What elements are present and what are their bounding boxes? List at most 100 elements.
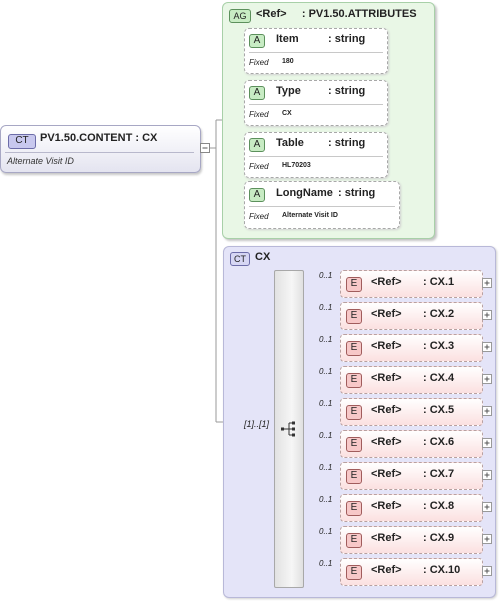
element-multiplicity: 0..1	[319, 271, 333, 280]
divider	[249, 206, 395, 207]
divider	[249, 104, 383, 105]
child-element[interactable]: E <Ref> : CX.1	[340, 270, 483, 298]
child-element[interactable]: E <Ref> : CX.6	[340, 430, 483, 458]
element-icon: E	[346, 373, 362, 388]
expand-icon[interactable]	[482, 374, 492, 384]
attribute-icon: A	[249, 138, 265, 152]
element-name: : CX.9	[423, 532, 455, 544]
element-ref: <Ref>	[371, 500, 402, 512]
child-element[interactable]: E <Ref> : CX.3	[340, 334, 483, 362]
child-element[interactable]: E <Ref> : CX.10	[340, 558, 483, 586]
element-multiplicity: 0..1	[319, 431, 333, 440]
child-element[interactable]: E <Ref> : CX.9	[340, 526, 483, 554]
sequence-multiplicity: [1]..[1]	[244, 419, 270, 429]
attribute-table[interactable]: A Table : string Fixed HL70203	[244, 132, 388, 178]
attribute-icon: A	[249, 34, 265, 48]
element-name: : CX.6	[423, 436, 455, 448]
child-element[interactable]: E <Ref> : CX.4	[340, 366, 483, 394]
attribute-name: Type	[276, 85, 301, 97]
element-icon: E	[346, 437, 362, 452]
element-icon: E	[346, 309, 362, 324]
element-documentation: Alternate Visit ID	[7, 156, 74, 166]
element-multiplicity: 0..1	[319, 495, 333, 504]
expand-icon[interactable]	[482, 438, 492, 448]
fixed-label: Fixed	[249, 162, 269, 171]
element-multiplicity: 0..1	[319, 335, 333, 344]
element-name: : CX.5	[423, 404, 455, 416]
fixed-value: Alternate Visit ID	[282, 212, 338, 219]
element-icon: E	[346, 277, 362, 292]
attribute-type: : string	[328, 33, 366, 45]
element-multiplicity: 0..1	[319, 367, 333, 376]
element-title: PV1.50.CONTENT : CX	[40, 132, 158, 144]
attribute-name: LongName	[276, 187, 333, 199]
element-ref: <Ref>	[371, 468, 402, 480]
fixed-label: Fixed	[249, 212, 269, 221]
complex-type-icon: CT	[8, 134, 36, 149]
content-complex-element[interactable]: CT PV1.50.CONTENT : CX Alternate Visit I…	[0, 125, 201, 173]
fixed-value: CX	[282, 110, 292, 117]
expand-icon[interactable]	[482, 566, 492, 576]
complex-type-title: CX	[255, 251, 271, 263]
element-ref: <Ref>	[371, 308, 402, 320]
attribute-longname[interactable]: A LongName : string Fixed Alternate Visi…	[244, 181, 400, 229]
attribute-type: : string	[338, 187, 376, 199]
expand-icon[interactable]	[482, 310, 492, 320]
attribute-group-title: <Ref> : PV1.50.ATTRIBUTES	[256, 8, 417, 20]
expand-icon[interactable]	[482, 342, 492, 352]
element-ref: <Ref>	[371, 372, 402, 384]
element-icon: E	[346, 469, 362, 484]
fixed-value: HL70203	[282, 162, 311, 169]
complex-type-icon: CT	[230, 252, 250, 266]
attribute-icon: A	[249, 188, 265, 202]
sequence-icon	[281, 421, 295, 437]
child-element[interactable]: E <Ref> : CX.2	[340, 302, 483, 330]
attribute-name: Item	[276, 33, 299, 45]
element-icon: E	[346, 501, 362, 516]
attribute-group-icon: AG	[229, 9, 251, 23]
element-name: : CX.4	[423, 372, 455, 384]
element-icon: E	[346, 341, 362, 356]
fixed-label: Fixed	[249, 110, 269, 119]
element-multiplicity: 0..1	[319, 559, 333, 568]
attribute-icon: A	[249, 86, 265, 100]
expand-icon[interactable]	[482, 502, 492, 512]
element-name: : CX.8	[423, 500, 455, 512]
element-multiplicity: 0..1	[319, 303, 333, 312]
element-icon: E	[346, 533, 362, 548]
element-multiplicity: 0..1	[319, 463, 333, 472]
divider	[249, 52, 383, 53]
element-ref: <Ref>	[371, 276, 402, 288]
child-element[interactable]: E <Ref> : CX.8	[340, 494, 483, 522]
element-ref: <Ref>	[371, 532, 402, 544]
element-name: : CX.3	[423, 340, 455, 352]
attribute-type-item[interactable]: A Type : string Fixed CX	[244, 80, 388, 126]
child-element[interactable]: E <Ref> : CX.7	[340, 462, 483, 490]
element-ref: <Ref>	[371, 564, 402, 576]
fixed-value: 180	[282, 58, 294, 65]
element-ref: <Ref>	[371, 404, 402, 416]
expand-icon[interactable]	[482, 278, 492, 288]
child-element[interactable]: E <Ref> : CX.5	[340, 398, 483, 426]
element-ref: <Ref>	[371, 340, 402, 352]
attribute-item[interactable]: A Item : string Fixed 180	[244, 28, 388, 74]
expand-icon[interactable]	[482, 470, 492, 480]
divider	[249, 156, 383, 157]
attribute-type: : string	[328, 137, 366, 149]
element-icon: E	[346, 565, 362, 580]
element-multiplicity: 0..1	[319, 527, 333, 536]
element-name: : CX.7	[423, 468, 455, 480]
element-icon: E	[346, 405, 362, 420]
divider	[5, 152, 194, 153]
expand-icon[interactable]	[482, 534, 492, 544]
attribute-name: Table	[276, 137, 304, 149]
fixed-label: Fixed	[249, 58, 269, 67]
element-name: : CX.10	[423, 564, 461, 576]
attribute-type: : string	[328, 85, 366, 97]
collapse-toggle-icon[interactable]	[200, 143, 210, 153]
element-name: : CX.1	[423, 276, 455, 288]
expand-icon[interactable]	[482, 406, 492, 416]
element-ref: <Ref>	[371, 436, 402, 448]
element-multiplicity: 0..1	[319, 399, 333, 408]
element-name: : CX.2	[423, 308, 455, 320]
